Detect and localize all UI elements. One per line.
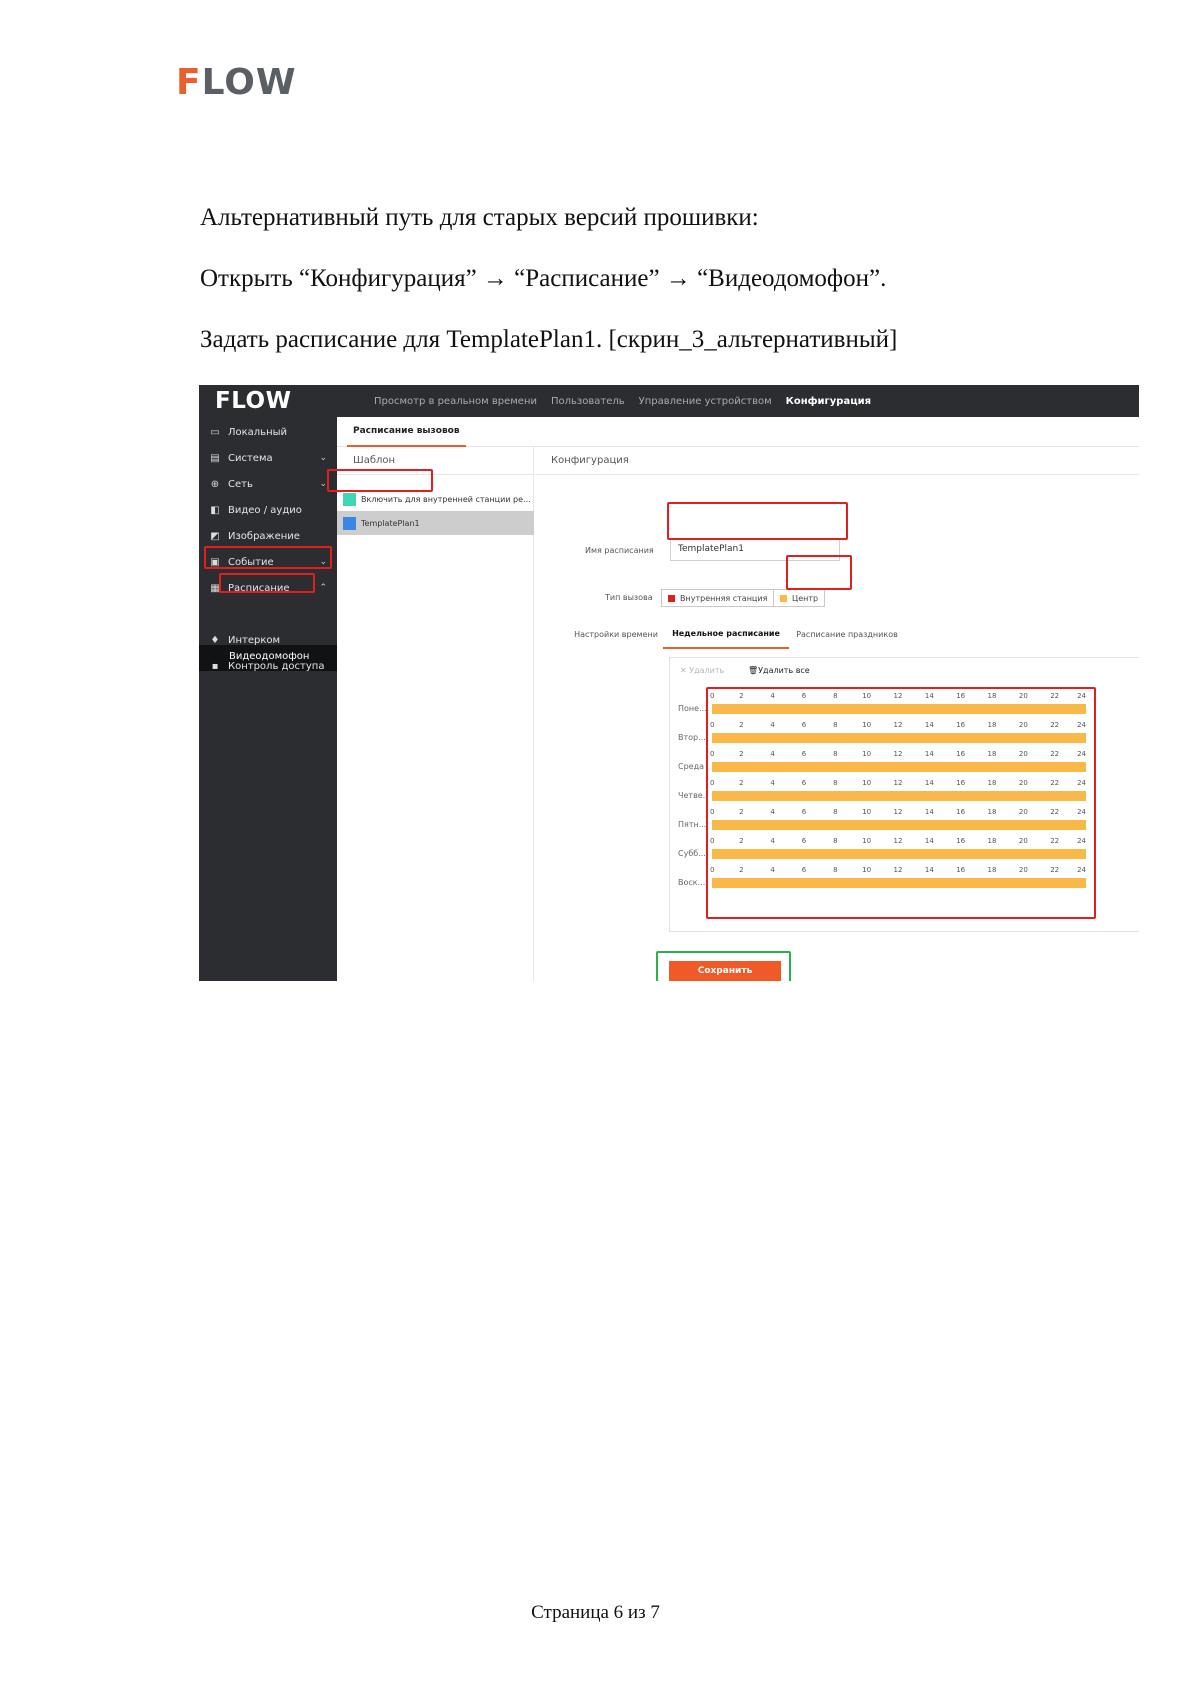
delete-button[interactable]: ✕ Удалить: [680, 666, 724, 675]
device-ui-screenshot: FLOW Просмотр в реальном времени Пользова…: [199, 385, 1139, 981]
sidebar-item-label: Локальный: [228, 426, 288, 438]
template-label: Включить для внутренней станции ре...: [361, 494, 531, 504]
sidebar-item-label: Изображение: [228, 530, 300, 542]
delete-all-button[interactable]: 🗑Удалить все: [748, 666, 810, 675]
app-logo: FLOW: [215, 388, 292, 414]
monitor-icon: ▭: [210, 426, 220, 438]
call-type-center[interactable]: Центр: [773, 589, 826, 607]
top-bar: FLOW Просмотр в реальном времени Пользова…: [199, 385, 1139, 417]
call-type-label-text: Внутренняя станция: [680, 593, 768, 603]
logo-letters-rest: LOW: [201, 62, 297, 103]
sidebar-item-label: Интерком: [228, 634, 281, 646]
tab-time-settings[interactable]: Настройки времени: [571, 619, 661, 649]
highlight-frame: [204, 546, 332, 569]
highlight-frame: [706, 687, 1096, 919]
sidebar-item[interactable]: ♦ Интерком: [199, 627, 337, 653]
delete-all-label: Удалить все: [758, 666, 810, 675]
sidebar-item[interactable]: ▤ Система ⌄: [199, 445, 337, 471]
topnav-item[interactable]: Управление устройством: [639, 396, 772, 407]
tab-weekly-schedule[interactable]: Недельное расписание: [663, 619, 789, 649]
highlight-frame: [667, 502, 848, 540]
logo-text: FLOW: [176, 65, 297, 101]
day-label: Пятн...: [678, 820, 707, 829]
sidebar-item-label: Сеть: [228, 478, 253, 490]
color-swatch: [343, 516, 356, 530]
page-footer: Страница 6 из 7: [531, 1602, 660, 1623]
paragraph-open-path: Открыть “Конфигурация” → “Расписание” → …: [200, 265, 887, 292]
paragraph-set-schedule: Задать расписание для TemplatePlan1. [ск…: [200, 326, 898, 353]
close-icon: ✕: [680, 666, 690, 675]
sidebar-item-label: Видео / аудио: [228, 504, 302, 516]
delete-label: Удалить: [689, 666, 725, 675]
tab-holiday-schedule[interactable]: Расписание праздников: [793, 619, 901, 649]
sidebar-item-label: Система: [228, 452, 273, 464]
sidebar-item[interactable]: ▪ Контроль доступа: [199, 653, 337, 679]
sidebar-item-label: Контроль доступа: [228, 660, 325, 672]
highlight-frame: [219, 573, 315, 593]
sidebar-item[interactable]: ⊕ Сеть ⌄: [199, 471, 337, 497]
flow-logo: FLOW: [176, 65, 297, 101]
schedule-toolbar: ✕ Удалить 🗑Удалить все: [670, 658, 1139, 686]
day-label: Четве...: [678, 791, 708, 800]
tab-call-schedule[interactable]: Расписание вызовов: [347, 417, 466, 447]
color-swatch: [343, 492, 356, 506]
logo-letter-f: F: [176, 62, 202, 103]
template-item[interactable]: TemplatePlan1: [337, 511, 534, 535]
top-navigation: Просмотр в реальном времени Пользователь У…: [374, 385, 871, 417]
sidebar: Видеодомофон ▭ Локальный ▤ Система ⌄ ⊕ Сеть ⌄ ◧ В…: [199, 417, 337, 981]
camera-icon: ◧: [210, 504, 220, 516]
config-header: Конфигурация: [535, 447, 1139, 475]
topnav-item[interactable]: Просмотр в реальном времени: [374, 396, 537, 407]
schedule-name-label: Имя расписания: [585, 546, 654, 555]
day-label: Воск...: [678, 878, 706, 887]
template-label: TemplatePlan1: [361, 518, 420, 528]
call-type-intercom-station[interactable]: Внутренняя станция: [661, 589, 775, 607]
sidebar-item[interactable]: ◧ Видео / аудио: [199, 497, 337, 523]
day-label: Поне...: [678, 704, 707, 713]
trash-icon: 🗑: [748, 666, 759, 675]
highlight-frame: [327, 469, 433, 492]
color-swatch: [668, 594, 675, 602]
system-icon: ▤: [210, 452, 220, 464]
lock-icon: ▪: [211, 660, 219, 672]
microphone-icon: ♦: [210, 634, 220, 646]
image-icon: ◩: [210, 530, 220, 542]
topnav-item[interactable]: Пользователь: [551, 396, 625, 407]
day-label: Втор...: [678, 733, 706, 742]
paragraph-alt-path: Альтернативный путь для старых версий пр…: [200, 204, 759, 231]
chevron-up-icon[interactable]: ⌃: [319, 583, 327, 593]
topnav-item[interactable]: Конфигурация: [786, 396, 871, 407]
globe-icon: ⊕: [210, 478, 220, 490]
day-label: Среда: [678, 762, 705, 771]
highlight-frame: [786, 555, 852, 590]
sidebar-item[interactable]: ▭ Локальный: [199, 419, 337, 445]
sub-tabs: Расписание вызовов: [337, 417, 1139, 447]
call-type-label-text: Центр: [792, 593, 819, 603]
chevron-down-icon[interactable]: ⌄: [319, 479, 327, 489]
highlight-frame-green: [656, 951, 791, 981]
chevron-down-icon[interactable]: ⌄: [319, 453, 327, 463]
template-panel: Шаблон Включить для внутренней станции р…: [337, 447, 534, 981]
day-label: Субб...: [678, 849, 706, 858]
call-type-label: Тип вызова: [605, 593, 653, 602]
color-swatch: [780, 594, 787, 602]
